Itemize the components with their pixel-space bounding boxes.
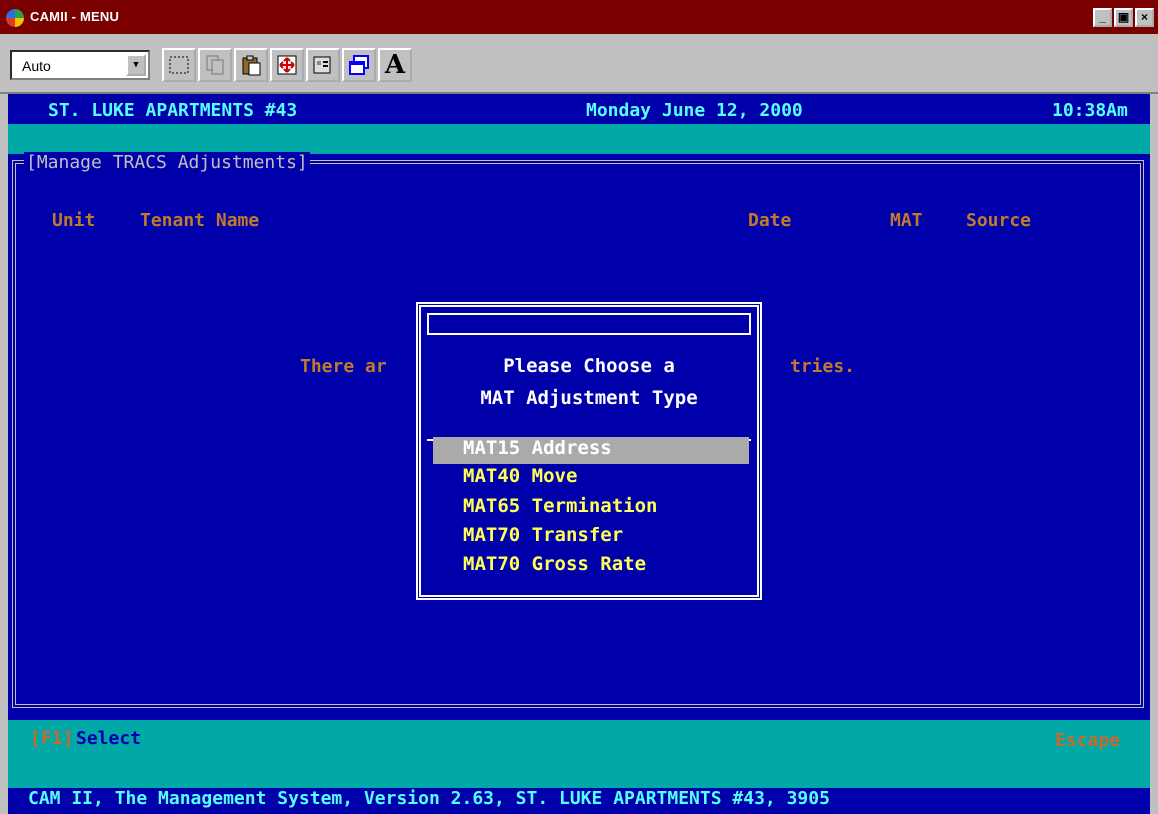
option-mat70-gross-rate[interactable]: MAT70 Gross Rate bbox=[433, 553, 749, 580]
copy-button[interactable] bbox=[198, 48, 232, 82]
maximize-button[interactable]: ▣ bbox=[1114, 8, 1133, 27]
close-button[interactable]: × bbox=[1135, 8, 1154, 27]
marquee-icon bbox=[169, 56, 189, 74]
zoom-value: Auto bbox=[22, 58, 51, 74]
escape-action[interactable]: Escape bbox=[1055, 730, 1120, 751]
column-tenant-name: Tenant Name bbox=[140, 210, 260, 231]
mark-button[interactable] bbox=[162, 48, 196, 82]
dialog-prompt-line1: Please Choose a bbox=[503, 355, 675, 377]
minimize-button[interactable]: _ bbox=[1093, 8, 1112, 27]
header-time: 10:38Am bbox=[1052, 100, 1128, 121]
option-mat65-termination[interactable]: MAT65 Termination bbox=[433, 495, 749, 522]
property-name: ST. LUKE APARTMENTS #43 bbox=[48, 100, 298, 121]
panel-title: [Manage TRACS Adjustments] bbox=[24, 152, 310, 173]
column-mat: MAT bbox=[890, 210, 923, 231]
option-mat70-transfer[interactable]: MAT70 Transfer bbox=[433, 524, 749, 551]
empty-message-right: tries. bbox=[790, 356, 856, 377]
mat-type-dialog: Please Choose a MAT Adjustment Type MAT1… bbox=[416, 302, 762, 600]
copy-icon bbox=[206, 55, 224, 75]
column-date: Date bbox=[748, 210, 792, 231]
paste-icon bbox=[242, 55, 261, 76]
fullscreen-icon bbox=[277, 55, 297, 75]
paste-button[interactable] bbox=[234, 48, 268, 82]
properties-button[interactable] bbox=[306, 48, 340, 82]
toolbar: Auto ▼ A bbox=[0, 36, 1158, 94]
option-mat15-address[interactable]: MAT15 Address bbox=[433, 437, 749, 464]
dialog-title-strip bbox=[427, 313, 751, 335]
select-action[interactable]: Select bbox=[76, 728, 141, 749]
background-button[interactable] bbox=[342, 48, 376, 82]
dos-screen: ST. LUKE APARTMENTS #43 Monday June 12, … bbox=[8, 94, 1150, 814]
title-bar: CAMII - MENU _ ▣ × bbox=[0, 0, 1158, 36]
status-bar: CAM II, The Management System, Version 2… bbox=[8, 788, 1150, 814]
window-controls: _ ▣ × bbox=[1093, 8, 1154, 27]
cyan-spacer bbox=[8, 758, 1150, 788]
zoom-select[interactable]: Auto ▼ bbox=[10, 50, 150, 80]
fullscreen-button[interactable] bbox=[270, 48, 304, 82]
font-button[interactable]: A bbox=[378, 48, 412, 82]
app-icon bbox=[6, 9, 24, 27]
f1-key[interactable]: [F1] bbox=[30, 728, 73, 749]
dropdown-arrow-icon[interactable]: ▼ bbox=[126, 54, 146, 76]
header-date: Monday June 12, 2000 bbox=[586, 100, 803, 121]
empty-message-left: There ar bbox=[300, 356, 387, 377]
function-key-bar: [F1] Select Escape bbox=[8, 720, 1150, 758]
status-text: CAM II, The Management System, Version 2… bbox=[28, 788, 830, 809]
cyan-separator bbox=[8, 124, 1150, 154]
header-bar: ST. LUKE APARTMENTS #43 Monday June 12, … bbox=[8, 94, 1150, 124]
windows-icon bbox=[349, 55, 369, 75]
dialog-prompt-line2: MAT Adjustment Type bbox=[480, 387, 698, 409]
window-title: CAMII - MENU bbox=[30, 9, 120, 24]
column-source: Source bbox=[966, 210, 1032, 231]
column-unit: Unit bbox=[52, 210, 96, 231]
option-mat40-move[interactable]: MAT40 Move bbox=[433, 465, 749, 492]
properties-icon bbox=[313, 56, 331, 74]
